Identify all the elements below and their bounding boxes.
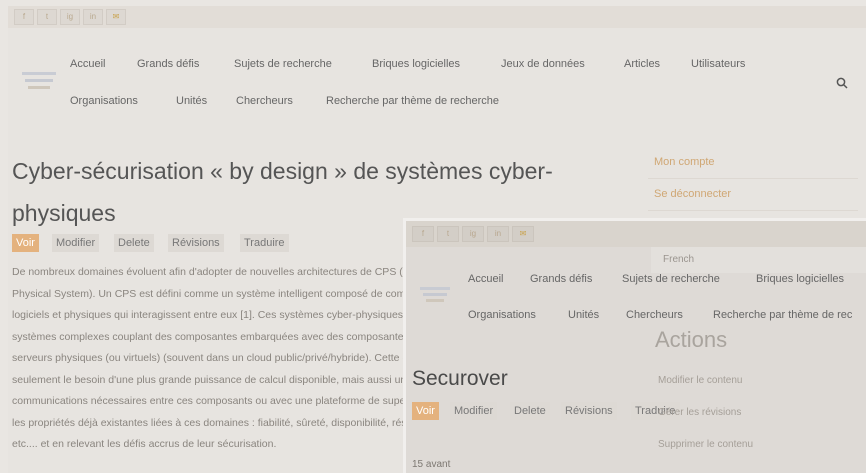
nav-item-chercheurs[interactable]: Chercheurs	[236, 95, 293, 107]
nav-item-sujets[interactable]: Sujets de recherche	[622, 273, 720, 285]
nav-item-utilisateurs[interactable]: Utilisateurs	[691, 58, 745, 70]
action-link-supprimer[interactable]: Supprimer le contenu	[658, 439, 753, 450]
tab-revisions[interactable]: Révisions	[168, 234, 224, 252]
post-date: 15 avant	[412, 459, 451, 470]
overlay-window[interactable]: f t ig in ✉ French Accueil Grands défis …	[403, 218, 866, 473]
tab-delete[interactable]: Delete	[114, 234, 154, 252]
tab-voir[interactable]: Voir	[412, 402, 439, 420]
facebook-icon[interactable]: f	[14, 9, 34, 25]
nav-item-unites[interactable]: Unités	[568, 309, 599, 321]
nav-item-sujets[interactable]: Sujets de recherche	[234, 58, 332, 70]
sidebar-link-deconnexion[interactable]: Se déconnecter	[654, 188, 731, 200]
nav-item-jeux[interactable]: Jeux de données	[501, 58, 585, 70]
twitter-icon[interactable]: t	[37, 9, 57, 25]
overlay-social-links: f t ig in ✉	[412, 226, 537, 242]
nav-item-accueil[interactable]: Accueil	[70, 58, 105, 70]
nav-item-grands-defis[interactable]: Grands défis	[137, 58, 199, 70]
top-bar: f t ig in ✉	[8, 6, 866, 28]
tab-delete[interactable]: Delete	[510, 402, 550, 420]
tab-modifier[interactable]: Modifier	[450, 402, 498, 420]
nav-item-briques[interactable]: Briques logicielles	[372, 58, 460, 70]
language-select[interactable]: French	[651, 247, 866, 273]
tab-modifier[interactable]: Modifier	[52, 234, 100, 252]
nav-item-briques[interactable]: Briques logicielles	[756, 273, 844, 285]
social-links: f t ig in ✉	[14, 9, 129, 25]
overlay-site-logo[interactable]	[420, 281, 450, 307]
instagram-icon[interactable]: ig	[60, 9, 80, 25]
sidebar-link-mon-compte[interactable]: Mon compte	[654, 156, 715, 168]
actions-heading: Actions	[655, 327, 728, 352]
twitter-icon[interactable]: t	[437, 226, 459, 242]
action-link-revisions[interactable]: Gérer les révisions	[658, 407, 741, 418]
nav-item-grands-defis[interactable]: Grands défis	[530, 273, 592, 285]
site-logo[interactable]	[22, 66, 56, 96]
action-link-modifier[interactable]: Modifier le contenu	[658, 375, 743, 386]
tab-revisions[interactable]: Révisions	[561, 402, 617, 420]
page: f t ig in ✉ Accueil Grands défis Sujets …	[0, 0, 866, 473]
nav-item-articles[interactable]: Articles	[624, 58, 660, 70]
nav-item-unites[interactable]: Unités	[176, 95, 207, 107]
instagram-icon[interactable]: ig	[462, 226, 484, 242]
nav-item-accueil[interactable]: Accueil	[468, 273, 503, 285]
search-icon[interactable]	[836, 77, 848, 89]
mail-icon[interactable]: ✉	[106, 9, 126, 25]
nav-item-chercheurs[interactable]: Chercheurs	[626, 309, 683, 321]
tab-voir[interactable]: Voir	[12, 234, 39, 252]
sidebar-divider	[648, 178, 858, 179]
nav-item-recherche-theme[interactable]: Recherche par thème de recherche	[326, 95, 499, 107]
overlay-page-title: Securover	[412, 367, 508, 390]
nav-item-recherche-theme[interactable]: Recherche par thème de rec	[713, 309, 852, 321]
mail-icon[interactable]: ✉	[512, 226, 534, 242]
linkedin-icon[interactable]: in	[83, 9, 103, 25]
nav-item-organisations[interactable]: Organisations	[70, 95, 138, 107]
facebook-icon[interactable]: f	[412, 226, 434, 242]
linkedin-icon[interactable]: in	[487, 226, 509, 242]
overlay-top-bar: f t ig in ✉	[406, 221, 866, 247]
tab-traduire[interactable]: Traduire	[240, 234, 289, 252]
sidebar-divider	[648, 210, 858, 211]
nav-item-organisations[interactable]: Organisations	[468, 309, 536, 321]
